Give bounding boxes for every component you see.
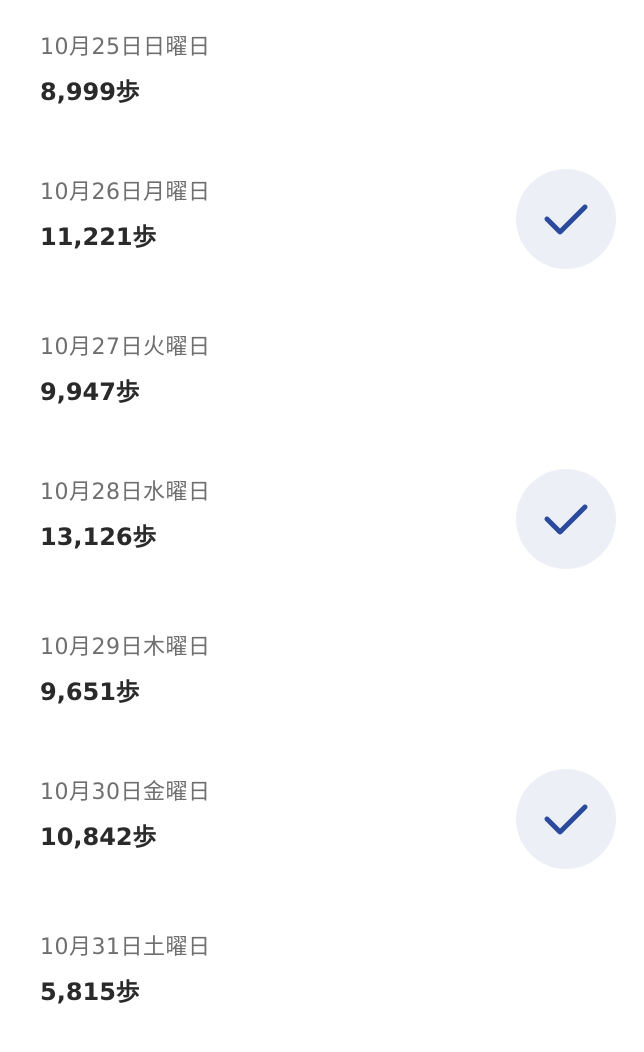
goal-badge	[516, 769, 616, 869]
day-date: 10月31日土曜日	[40, 935, 211, 960]
list-item[interactable]: 10月28日水曜日 13,126歩	[0, 469, 644, 597]
list-item[interactable]: 10月25日日曜日 8,999歩	[0, 32, 644, 152]
goal-badge	[516, 169, 616, 269]
checkmark-icon	[544, 504, 588, 535]
day-steps: 9,947歩	[40, 378, 140, 406]
day-date: 10月26日月曜日	[40, 180, 211, 205]
day-steps: 10,842歩	[40, 823, 157, 851]
list-item[interactable]: 10月27日火曜日 9,947歩	[0, 332, 644, 452]
day-steps: 5,815歩	[40, 978, 140, 1006]
day-steps: 11,221歩	[40, 223, 157, 251]
day-steps: 13,126歩	[40, 523, 157, 551]
list-item[interactable]: 10月30日金曜日 10,842歩	[0, 769, 644, 897]
checkmark-icon	[544, 204, 588, 235]
list-item[interactable]: 10月29日木曜日 9,651歩	[0, 632, 644, 752]
goal-badge	[516, 469, 616, 569]
day-date: 10月28日水曜日	[40, 480, 211, 505]
day-date: 10月27日火曜日	[40, 335, 211, 360]
day-date: 10月29日木曜日	[40, 635, 211, 660]
list-item[interactable]: 10月26日月曜日 11,221歩	[0, 169, 644, 297]
list-item[interactable]: 10月31日土曜日 5,815歩	[0, 932, 644, 1052]
day-date: 10月30日金曜日	[40, 780, 211, 805]
day-steps: 9,651歩	[40, 678, 140, 706]
day-date: 10月25日日曜日	[40, 35, 211, 60]
checkmark-icon	[544, 804, 588, 835]
day-steps: 8,999歩	[40, 78, 140, 106]
